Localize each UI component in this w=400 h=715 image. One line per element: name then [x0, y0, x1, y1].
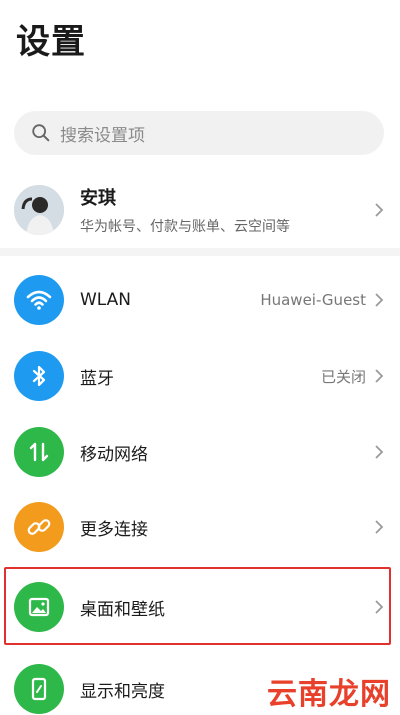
- item-value: 已关闭: [320, 367, 366, 386]
- display-icon: [14, 664, 64, 714]
- settings-item-wlan[interactable]: WLAN Huawei-Guest: [0, 274, 400, 326]
- search-placeholder: 搜索设置项: [60, 125, 145, 146]
- chevron-right-icon: [375, 369, 384, 383]
- chevron-right-icon: [375, 520, 384, 534]
- highlight-box: [4, 567, 391, 645]
- search-bar[interactable]: 搜索设置项: [14, 111, 384, 155]
- account-subtitle: 华为帐号、付款与账单、云空间等: [80, 219, 290, 235]
- item-label: 移动网络: [80, 444, 148, 465]
- item-label: 更多连接: [80, 519, 148, 540]
- wifi-icon: [14, 275, 64, 325]
- item-label: WLAN: [80, 290, 132, 310]
- settings-item-bluetooth[interactable]: 蓝牙 已关闭: [0, 350, 400, 402]
- section-divider: [0, 248, 400, 256]
- avatar: [14, 185, 64, 235]
- watermark: 云南龙网: [258, 668, 400, 713]
- mobile-data-icon: [14, 427, 64, 477]
- item-value: Huawei-Guest: [260, 291, 366, 309]
- chevron-right-icon: [375, 445, 384, 459]
- account-row[interactable]: 安琪 华为帐号、付款与账单、云空间等: [0, 180, 400, 240]
- chevron-right-icon: [375, 203, 384, 217]
- chevron-right-icon: [375, 293, 384, 307]
- bluetooth-icon: [14, 351, 64, 401]
- item-label: 显示和亮度: [80, 681, 165, 702]
- settings-item-mobile-network[interactable]: 移动网络: [0, 426, 400, 478]
- search-icon: [32, 124, 50, 142]
- settings-item-more-connections[interactable]: 更多连接: [0, 501, 400, 553]
- page-title: 设置: [16, 22, 86, 62]
- link-icon: [14, 502, 64, 552]
- item-label: 蓝牙: [80, 368, 114, 389]
- account-name: 安琪: [80, 188, 116, 209]
